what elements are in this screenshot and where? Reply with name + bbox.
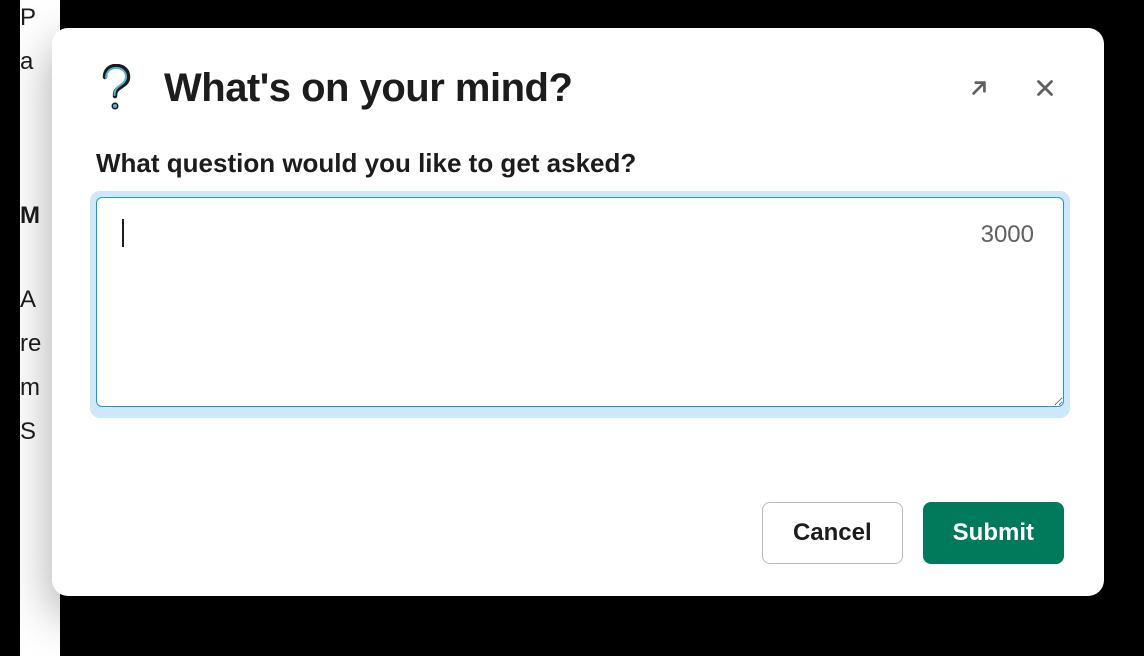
cancel-button[interactable]: Cancel	[762, 502, 903, 564]
bg-text: P	[20, 0, 60, 36]
close-icon	[1032, 75, 1058, 101]
modal-header: What's on your mind?	[96, 64, 1064, 112]
textarea-container: 3000	[96, 197, 1064, 412]
question-textarea[interactable]	[96, 197, 1064, 407]
header-actions	[960, 69, 1064, 107]
modal-footer: Cancel Submit	[96, 502, 1064, 564]
expand-button[interactable]	[960, 69, 998, 107]
submit-button[interactable]: Submit	[923, 502, 1064, 564]
modal-title: What's on your mind?	[164, 66, 932, 111]
question-field-label: What question would you like to get aske…	[96, 148, 1064, 179]
question-mark-icon	[96, 64, 136, 112]
question-modal: What's on your mind? What question would…	[52, 28, 1104, 596]
expand-arrow-icon	[966, 75, 992, 101]
close-button[interactable]	[1026, 69, 1064, 107]
